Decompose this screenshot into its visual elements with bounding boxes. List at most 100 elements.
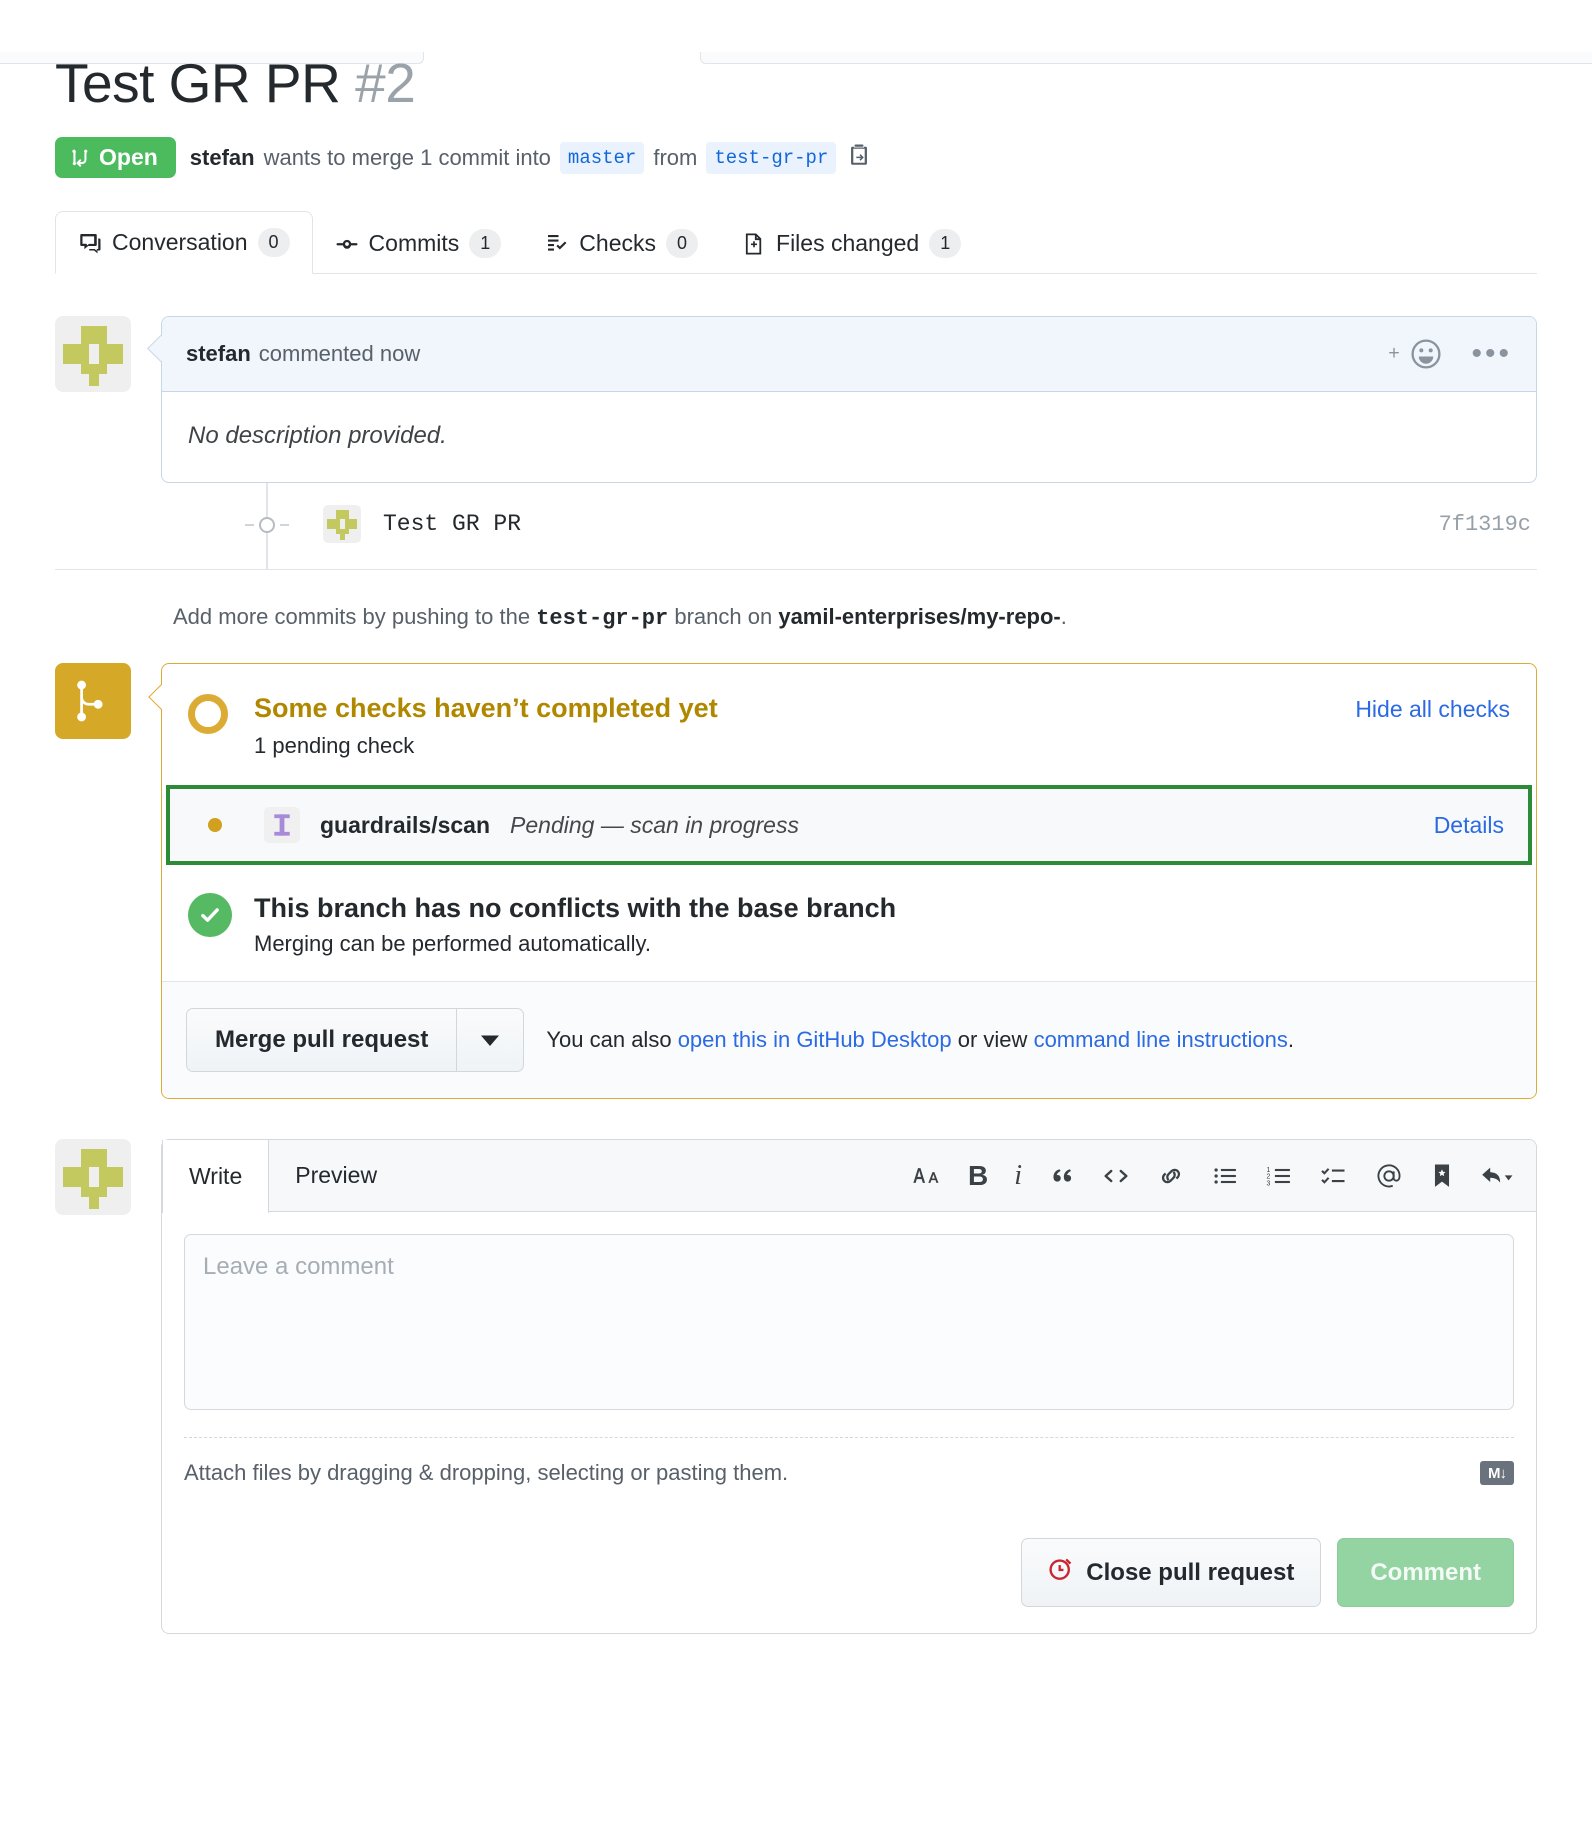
merge-note-middle: or view <box>957 1027 1028 1052</box>
check-description: Pending — scan in progress <box>510 811 799 838</box>
merge-help-text: You can also open this in GitHub Desktop… <box>546 1027 1294 1053</box>
commit-sha[interactable]: 7f1319c <box>1439 512 1537 537</box>
merge-sentence-part-1: wants to merge 1 commit into <box>263 144 551 170</box>
comment-card: stefan commented now ••• No description … <box>161 316 1537 484</box>
check-row-guardrails-scan[interactable]: guardrails/scan Pending — scan in progre… <box>166 785 1532 865</box>
comment-timestamp: commented now <box>258 341 421 367</box>
conflict-status-text: This branch has no conflicts with the ba… <box>254 893 896 957</box>
code-icon[interactable] <box>1102 1164 1130 1188</box>
push-note-repo: yamil-enterprises/my-repo- <box>778 604 1061 630</box>
current-user-avatar[interactable] <box>55 1139 131 1215</box>
merge-note-suffix: . <box>1287 1027 1295 1052</box>
merge-panel: Some checks haven’t completed yet 1 pend… <box>161 663 1537 1099</box>
tab-commits[interactable]: Commits 1 <box>313 213 524 274</box>
saved-replies-icon[interactable] <box>1480 1163 1514 1189</box>
push-note-prefix: Add more commits by pushing to the <box>173 604 531 630</box>
pr-title-text: Test GR PR <box>55 52 341 114</box>
markdown-icon[interactable]: M↓ <box>1480 1461 1514 1485</box>
quote-icon[interactable] <box>1048 1164 1076 1188</box>
close-pr-icon <box>1048 1556 1074 1589</box>
checks-icon <box>545 232 569 256</box>
ordered-list-icon[interactable]: 123 <box>1266 1164 1294 1188</box>
tab-checks-label: Checks <box>579 230 656 257</box>
base-branch-chip[interactable]: master <box>559 141 645 174</box>
success-check-icon <box>188 893 232 937</box>
page-title: Test GR PR #2 <box>55 52 1537 115</box>
comment-body: No description provided. <box>188 422 447 450</box>
merge-button-group: Merge pull request <box>186 1008 525 1072</box>
unordered-list-icon[interactable] <box>1212 1164 1240 1188</box>
tab-conversation-label: Conversation <box>112 229 248 256</box>
commit-avatar[interactable] <box>323 505 361 544</box>
avatar[interactable] <box>55 316 131 393</box>
tab-files-changed[interactable]: Files changed 1 <box>720 213 983 274</box>
comment-form: Write Preview B i 1 2 3 Leave a comment … <box>161 1139 1537 1634</box>
markdown-toolbar: B i 123 <box>912 1161 1522 1190</box>
pr-number: #2 <box>355 52 416 114</box>
link-icon[interactable] <box>1156 1164 1186 1188</box>
pr-meta: Open stefan wants to merge 1 commit into… <box>55 137 1537 179</box>
italic-icon[interactable]: i <box>1014 1161 1022 1190</box>
push-note-branch: test-gr-pr <box>536 606 669 632</box>
commit-message[interactable]: Test GR PR <box>383 511 521 537</box>
guardrails-icon <box>264 807 300 843</box>
pr-tabs: Conversation 0 Commits 1 Checks 0 Files … <box>55 210 1537 275</box>
checks-status-title: Some checks haven’t completed yet <box>254 693 718 724</box>
pull-request-page: Test GR PR #2 Open stefan wants to merge… <box>0 52 1592 1634</box>
commit-icon <box>335 232 359 256</box>
copy-branch-icon[interactable] <box>847 143 871 173</box>
tab-preview[interactable]: Preview <box>269 1144 403 1207</box>
tab-checks-count: 0 <box>666 228 699 259</box>
tab-conversation[interactable]: Conversation 0 <box>55 210 313 275</box>
close-pull-request-label: Close pull request <box>1086 1558 1295 1586</box>
comment-actions: ••• <box>1383 337 1512 371</box>
check-details-link[interactable]: Details <box>1434 812 1504 839</box>
close-pull-request-button[interactable]: Close pull request <box>1021 1538 1322 1607</box>
comment-icon <box>78 231 102 255</box>
command-line-link[interactable]: command line instructions <box>1034 1027 1288 1052</box>
check-name: guardrails/scan <box>320 811 491 838</box>
pending-dot-icon <box>208 818 222 832</box>
github-desktop-link[interactable]: open this in GitHub Desktop <box>678 1027 952 1052</box>
add-reaction-button[interactable] <box>1383 337 1443 371</box>
pull-request-icon <box>70 147 91 168</box>
hide-all-checks-link[interactable]: Hide all checks <box>1355 692 1510 723</box>
conflict-status-row: This branch has no conflicts with the ba… <box>162 865 1536 981</box>
task-list-icon[interactable] <box>1320 1164 1348 1188</box>
mention-icon[interactable] <box>1374 1162 1404 1190</box>
tab-checks[interactable]: Checks 0 <box>523 213 720 274</box>
merge-sentence-part-2: from <box>653 144 698 170</box>
status-badge-label: Open <box>99 144 158 171</box>
bold-icon[interactable]: B <box>968 1161 988 1190</box>
merge-badge-icon <box>55 663 131 740</box>
tab-commits-label: Commits <box>368 230 460 257</box>
head-branch-chip[interactable]: test-gr-pr <box>706 141 837 174</box>
comment-row: stefan commented now ••• No description … <box>55 316 1537 484</box>
pending-ring-icon <box>188 694 232 735</box>
push-note-middle: branch on <box>674 604 773 630</box>
timeline: stefan commented now ••• No description … <box>55 316 1537 631</box>
tab-files-changed-label: Files changed <box>776 230 920 257</box>
merge-note-prefix: You can also <box>546 1027 672 1052</box>
push-instructions: Add more commits by pushing to the test-… <box>173 604 1537 631</box>
comment-textarea-wrap <box>162 1212 1536 1415</box>
file-diff-icon <box>742 232 766 256</box>
heading-icon[interactable] <box>912 1164 942 1188</box>
checks-status-row: Some checks haven’t completed yet 1 pend… <box>162 664 1536 781</box>
merge-pull-request-button[interactable]: Merge pull request <box>186 1008 457 1072</box>
comment-input[interactable] <box>184 1234 1514 1410</box>
status-badge: Open <box>55 137 176 179</box>
comment-author[interactable]: stefan <box>186 341 251 367</box>
new-comment-section: Write Preview B i 1 2 3 Leave a comment … <box>55 1139 1537 1634</box>
merge-description: stefan wants to merge 1 commit into mast… <box>190 141 872 174</box>
comment-form-actions: Close pull request Comment <box>162 1510 1536 1633</box>
attach-files-bar[interactable]: Attach files by dragging & dropping, sel… <box>184 1437 1514 1510</box>
push-note-suffix: . <box>1060 604 1067 630</box>
comment-submit-button[interactable]: Comment <box>1337 1538 1514 1607</box>
comment-menu-button[interactable]: ••• <box>1471 339 1512 369</box>
reference-icon[interactable] <box>1430 1163 1454 1189</box>
merge-options-dropdown[interactable] <box>456 1008 525 1072</box>
conflict-title: This branch has no conflicts with the ba… <box>254 893 897 923</box>
commit-node-icon <box>245 509 289 541</box>
tab-write[interactable]: Write <box>162 1139 270 1213</box>
